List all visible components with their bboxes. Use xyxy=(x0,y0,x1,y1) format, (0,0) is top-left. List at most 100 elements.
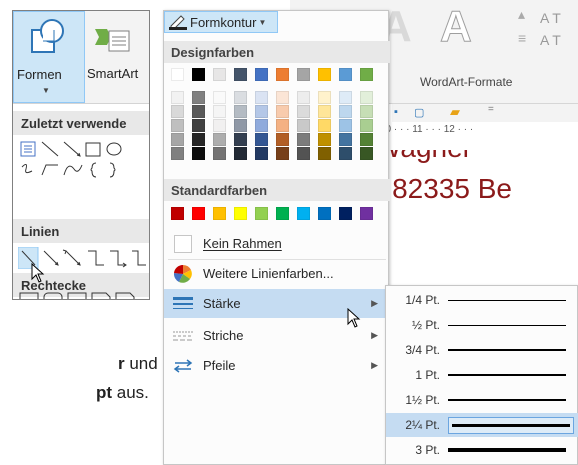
theme-color-swatch[interactable] xyxy=(360,91,373,104)
theme-color-swatch[interactable] xyxy=(213,68,226,81)
theme-color-swatch[interactable] xyxy=(297,147,310,160)
theme-color-swatch[interactable] xyxy=(297,91,310,104)
theme-color-swatch[interactable] xyxy=(360,147,373,160)
theme-color-swatch[interactable] xyxy=(192,68,205,81)
standard-color-swatch[interactable] xyxy=(318,207,331,220)
text-fill-icon[interactable]: A T xyxy=(540,10,561,26)
theme-color-swatch[interactable] xyxy=(360,133,373,146)
no-border-item[interactable]: Kein Rahmen xyxy=(164,229,390,258)
formen-button[interactable]: Formen ▼ xyxy=(13,11,85,103)
theme-color-swatch[interactable] xyxy=(255,91,268,104)
folder-icon[interactable]: ▰ xyxy=(450,104,460,120)
theme-color-swatch[interactable] xyxy=(276,133,289,146)
standard-color-swatch[interactable] xyxy=(171,207,184,220)
theme-color-swatch[interactable] xyxy=(171,133,184,146)
theme-color-swatch[interactable] xyxy=(192,133,205,146)
theme-color-swatch[interactable] xyxy=(276,119,289,132)
standard-color-swatch[interactable] xyxy=(297,207,310,220)
theme-color-swatch[interactable] xyxy=(360,105,373,118)
theme-color-swatch[interactable] xyxy=(192,119,205,132)
theme-color-swatch[interactable] xyxy=(255,133,268,146)
theme-color-swatch[interactable] xyxy=(192,91,205,104)
theme-color-swatch[interactable] xyxy=(339,68,352,81)
weight-option[interactable]: ½ Pt. xyxy=(386,313,578,337)
weight-option[interactable]: 3/4 Pt. xyxy=(386,338,578,362)
theme-color-swatch[interactable] xyxy=(234,147,247,160)
weight-option-label: 1 Pt. xyxy=(415,368,440,382)
customize-icon[interactable]: = xyxy=(488,104,494,115)
standard-color-swatch[interactable] xyxy=(213,207,226,220)
theme-color-swatch[interactable] xyxy=(360,119,373,132)
quick-icon-1[interactable]: ▪ xyxy=(394,106,398,118)
theme-color-swatch[interactable] xyxy=(297,105,310,118)
theme-color-swatch[interactable] xyxy=(234,91,247,104)
theme-color-swatch[interactable] xyxy=(171,147,184,160)
theme-color-swatch[interactable] xyxy=(297,68,310,81)
weight-option[interactable]: 1 Pt. xyxy=(386,363,578,387)
standard-color-swatch[interactable] xyxy=(234,207,247,220)
weight-option-label: 1/4 Pt. xyxy=(405,293,440,307)
weight-line-preview xyxy=(448,416,574,434)
rectangles-row[interactable] xyxy=(18,291,148,300)
theme-color-swatch[interactable] xyxy=(234,68,247,81)
theme-color-swatch[interactable] xyxy=(255,105,268,118)
theme-color-swatch[interactable] xyxy=(234,119,247,132)
theme-color-swatch[interactable] xyxy=(171,68,184,81)
theme-color-swatch[interactable] xyxy=(339,91,352,104)
theme-color-swatch[interactable] xyxy=(318,91,331,104)
weight-option[interactable]: 2¼ Pt. xyxy=(386,413,578,437)
theme-color-swatch[interactable] xyxy=(297,133,310,146)
arrows-item[interactable]: Pfeile ▶ xyxy=(164,351,390,380)
theme-color-swatch[interactable] xyxy=(276,147,289,160)
theme-color-swatch[interactable] xyxy=(339,133,352,146)
weight-line xyxy=(448,299,566,301)
ruler: 10 · · · 11 · · · 12 · · · xyxy=(380,124,474,135)
theme-color-swatch[interactable] xyxy=(213,133,226,146)
theme-color-swatch[interactable] xyxy=(213,147,226,160)
more-colors-item[interactable]: Weitere Linienfarben... xyxy=(164,259,390,288)
recent-shapes-row[interactable] xyxy=(18,139,148,181)
text-outline-icon[interactable]: A T xyxy=(540,32,561,48)
theme-color-swatch[interactable] xyxy=(276,68,289,81)
theme-color-swatch[interactable] xyxy=(339,105,352,118)
theme-color-swatch[interactable] xyxy=(297,119,310,132)
theme-color-swatch[interactable] xyxy=(171,105,184,118)
weight-option[interactable]: 1/4 Pt. xyxy=(386,288,578,312)
scroll-up-icon[interactable]: ▴ xyxy=(518,6,525,23)
theme-color-swatch[interactable] xyxy=(276,91,289,104)
standard-color-swatch[interactable] xyxy=(339,207,352,220)
theme-color-swatch[interactable] xyxy=(192,105,205,118)
theme-color-swatch[interactable] xyxy=(318,147,331,160)
theme-color-swatch[interactable] xyxy=(213,119,226,132)
new-doc-icon[interactable]: ▢ xyxy=(414,106,424,119)
theme-color-swatch[interactable] xyxy=(255,147,268,160)
theme-color-swatch[interactable] xyxy=(213,91,226,104)
theme-color-swatch[interactable] xyxy=(255,119,268,132)
standard-color-swatch[interactable] xyxy=(360,207,373,220)
standard-color-swatch[interactable] xyxy=(192,207,205,220)
standard-color-swatch[interactable] xyxy=(255,207,268,220)
theme-color-swatch[interactable] xyxy=(234,133,247,146)
theme-color-swatch[interactable] xyxy=(213,105,226,118)
theme-color-swatch[interactable] xyxy=(339,147,352,160)
theme-color-swatch[interactable] xyxy=(255,68,268,81)
theme-color-swatch[interactable] xyxy=(318,119,331,132)
weight-option[interactable]: 1½ Pt. xyxy=(386,388,578,412)
standard-color-swatch[interactable] xyxy=(276,207,289,220)
theme-color-swatch[interactable] xyxy=(318,105,331,118)
scroll-more-icon[interactable]: ≡ xyxy=(518,30,526,46)
theme-color-swatch[interactable] xyxy=(171,91,184,104)
formkontur-button[interactable]: Formkontur ▼ xyxy=(164,11,278,33)
weight-option[interactable]: 3 Pt. xyxy=(386,438,578,462)
smartart-label[interactable]: SmartArt xyxy=(87,66,138,81)
theme-color-swatch[interactable] xyxy=(360,68,373,81)
theme-color-swatch[interactable] xyxy=(339,119,352,132)
theme-color-swatch[interactable] xyxy=(234,105,247,118)
theme-color-swatch[interactable] xyxy=(318,133,331,146)
theme-color-swatch[interactable] xyxy=(192,147,205,160)
theme-color-swatch[interactable] xyxy=(318,68,331,81)
theme-color-swatch[interactable] xyxy=(171,119,184,132)
formkontur-dropdown: Formkontur ▼ Designfarben Standardfarben… xyxy=(163,10,390,465)
wordart-style-3[interactable]: A xyxy=(440,2,473,52)
theme-color-swatch[interactable] xyxy=(276,105,289,118)
